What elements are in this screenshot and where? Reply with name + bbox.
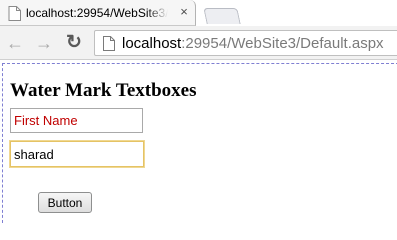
forward-arrow-icon[interactable]: → <box>33 33 55 53</box>
browser-toolbar: ← → ↻ localhost:29954/WebSite3/Default.a… <box>0 26 397 60</box>
tab-title: localhost:29954/WebSite3/Default.aspx <box>26 6 168 20</box>
address-bar[interactable]: localhost:29954/WebSite3/Default.aspx <box>94 30 397 56</box>
new-tab-button[interactable] <box>203 8 241 24</box>
first-name-input[interactable] <box>10 108 143 133</box>
reload-icon[interactable]: ↻ <box>63 33 85 53</box>
page-title: Water Mark Textboxes <box>10 80 197 101</box>
tab-strip: localhost:29954/WebSite3/Default.aspx × <box>0 0 397 26</box>
name-input[interactable] <box>10 141 144 167</box>
url-host: localhost <box>122 35 182 52</box>
browser-tab[interactable]: localhost:29954/WebSite3/Default.aspx × <box>0 0 196 26</box>
back-arrow-icon[interactable]: ← <box>4 33 26 53</box>
url-text: localhost:29954/WebSite3/Default.aspx <box>122 35 384 52</box>
close-icon[interactable]: × <box>178 4 190 20</box>
page-icon <box>103 36 115 51</box>
submit-button[interactable]: Button <box>38 192 92 213</box>
page-icon <box>8 6 21 21</box>
url-path: :29954/WebSite3/Default.aspx <box>181 35 384 52</box>
page-content: Water Mark Textboxes Button <box>0 61 397 223</box>
